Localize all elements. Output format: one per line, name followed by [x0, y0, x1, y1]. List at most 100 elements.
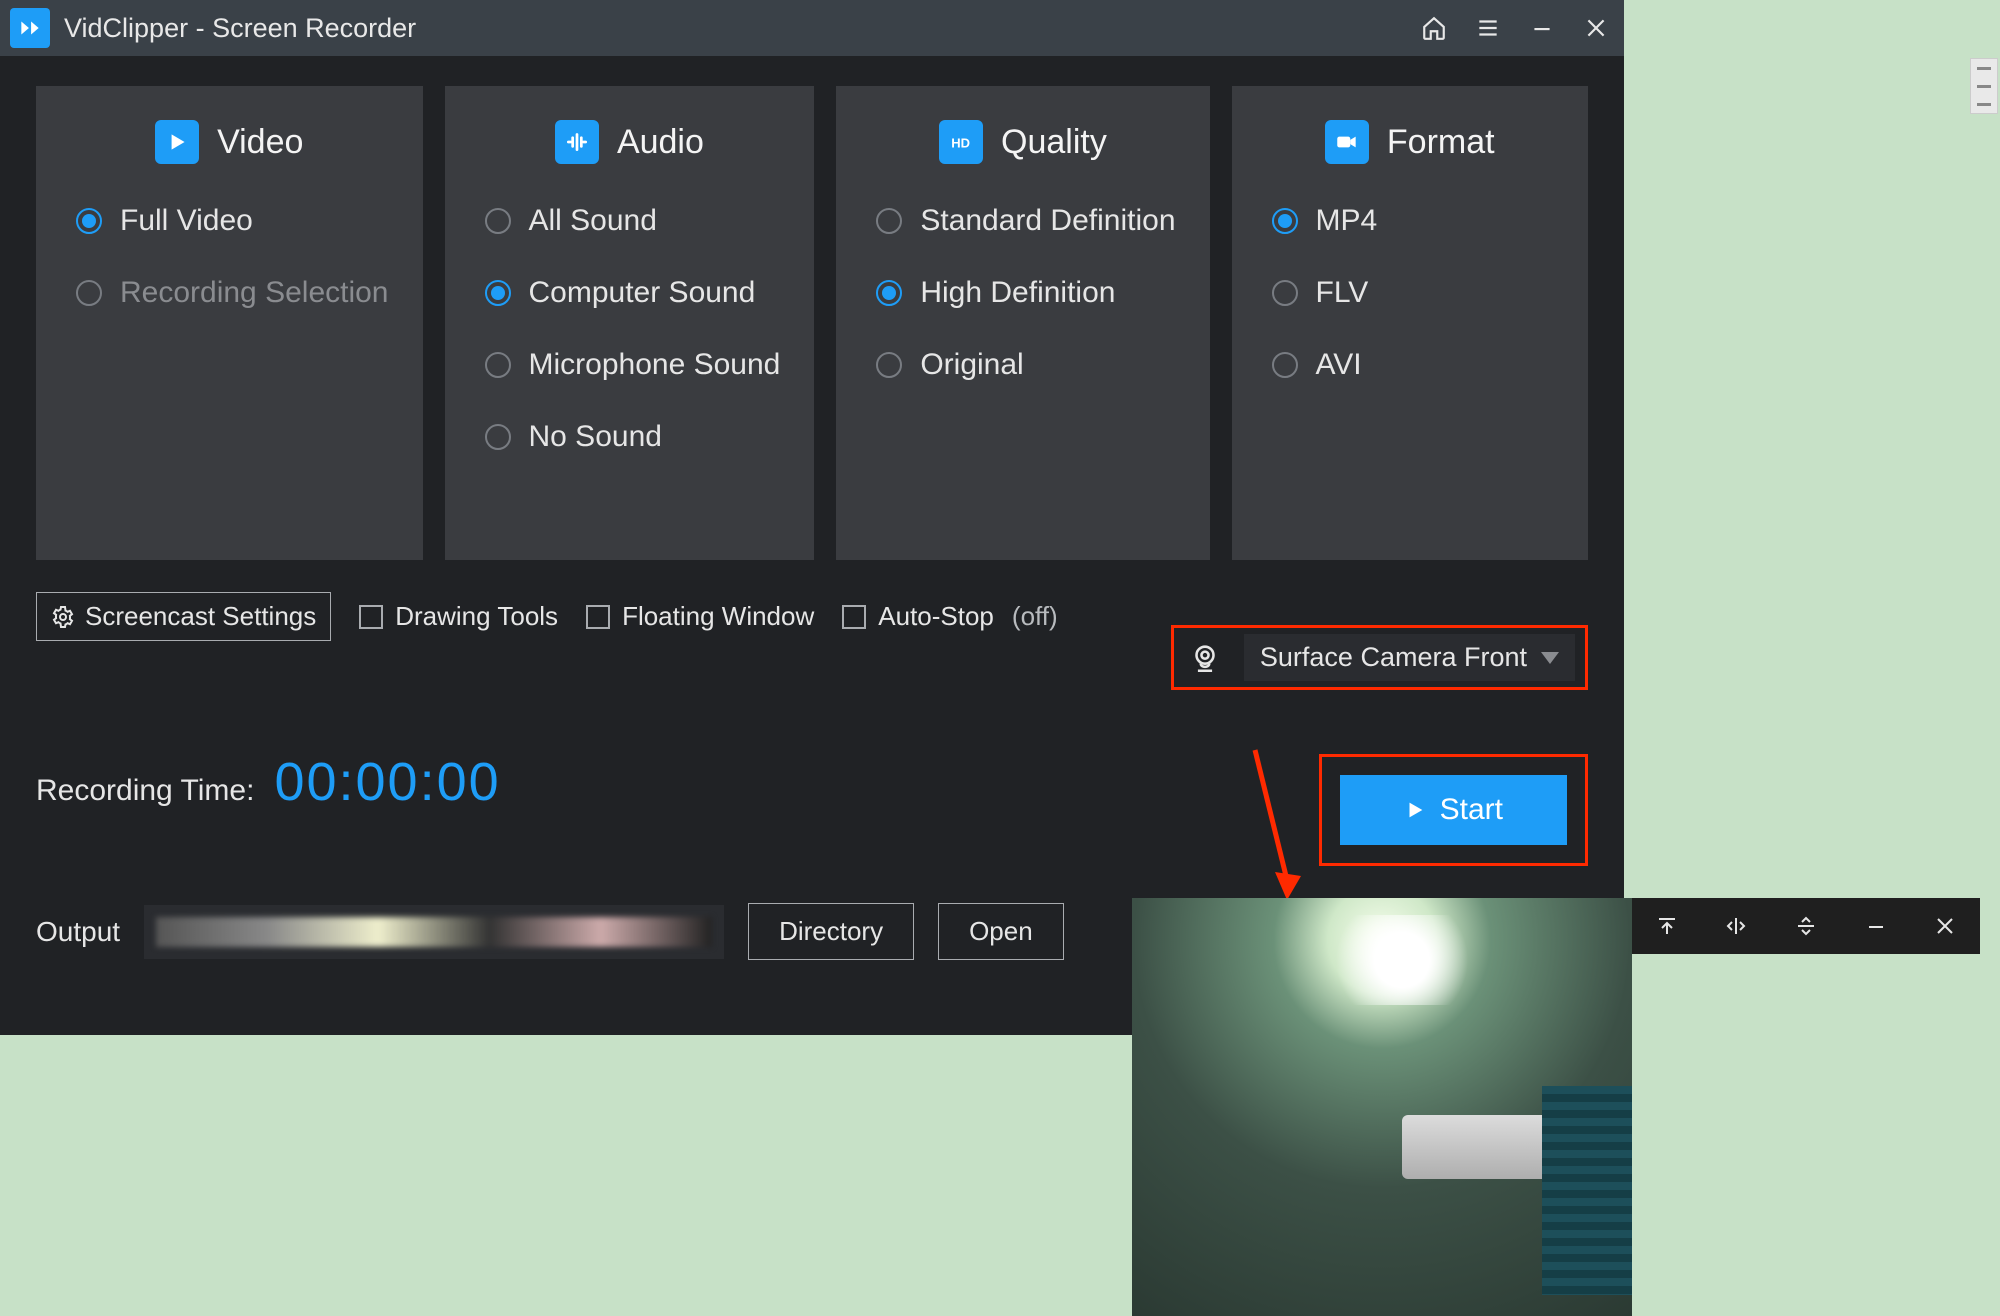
option-mp4[interactable]: MP4: [1272, 204, 1554, 238]
directory-button[interactable]: Directory: [748, 903, 914, 960]
minimize-button[interactable]: [1524, 10, 1560, 46]
preview-minimize-button[interactable]: [1856, 906, 1896, 946]
radio-icon: [485, 352, 511, 378]
option-label: Computer Sound: [529, 276, 756, 310]
app-logo-icon: [10, 8, 50, 48]
option-all-sound[interactable]: All Sound: [485, 204, 781, 238]
radio-icon: [485, 424, 511, 450]
checkbox-icon: [359, 605, 383, 629]
radio-icon: [76, 208, 102, 234]
chevron-down-icon: [1541, 652, 1559, 664]
preview-curtain: [1542, 1086, 1632, 1295]
auto-stop-checkbox[interactable]: Auto-Stop (off): [842, 601, 1057, 632]
option-label: AVI: [1316, 348, 1362, 382]
radio-icon: [485, 208, 511, 234]
play-icon: [1404, 799, 1426, 821]
drawing-tools-checkbox[interactable]: Drawing Tools: [359, 601, 558, 632]
preview-split-button[interactable]: [1786, 906, 1826, 946]
close-button[interactable]: [1578, 10, 1614, 46]
camera-preview[interactable]: [1132, 898, 1632, 1316]
background-page-scroll-indicator: [1970, 58, 1998, 114]
play-icon: [155, 120, 199, 164]
radio-icon: [76, 280, 102, 306]
gear-icon: [51, 605, 75, 629]
camera-dropdown-label: Surface Camera Front: [1260, 642, 1527, 673]
floating-window-label: Floating Window: [622, 601, 814, 632]
option-label: All Sound: [529, 204, 657, 238]
app-body: Video Full Video Recording Selection: [0, 56, 1624, 960]
svg-text:HD: HD: [951, 135, 970, 150]
radio-icon: [876, 352, 902, 378]
panel-audio-title: Audio: [617, 123, 704, 162]
panel-video-title: Video: [217, 123, 303, 162]
drawing-tools-label: Drawing Tools: [395, 601, 558, 632]
option-label: No Sound: [529, 420, 662, 454]
option-computer-sound[interactable]: Computer Sound: [485, 276, 781, 310]
camera-selector-highlight: Surface Camera Front: [1171, 625, 1588, 690]
panel-format: Format MP4 FLV AVI: [1232, 86, 1588, 560]
radio-icon: [1272, 352, 1298, 378]
radio-icon: [1272, 208, 1298, 234]
option-label: MP4: [1316, 204, 1378, 238]
start-button-label: Start: [1440, 793, 1503, 827]
screencast-settings-label: Screencast Settings: [85, 601, 316, 632]
panel-quality-title: Quality: [1001, 123, 1107, 162]
option-microphone-sound[interactable]: Microphone Sound: [485, 348, 781, 382]
radio-icon: [485, 280, 511, 306]
recording-time-label: Recording Time:: [36, 774, 254, 808]
menu-button[interactable]: [1470, 10, 1506, 46]
start-button[interactable]: Start: [1340, 775, 1567, 845]
titlebar-controls: [1416, 10, 1614, 46]
radio-icon: [876, 208, 902, 234]
checkbox-icon: [586, 605, 610, 629]
output-path-field[interactable]: [144, 905, 724, 959]
screencast-settings-button[interactable]: Screencast Settings: [36, 592, 331, 641]
camera-icon: [1325, 120, 1369, 164]
titlebar: VidClipper - Screen Recorder: [0, 0, 1624, 56]
floating-window-checkbox[interactable]: Floating Window: [586, 601, 814, 632]
preview-close-button[interactable]: [1925, 906, 1965, 946]
option-original[interactable]: Original: [876, 348, 1175, 382]
option-label: FLV: [1316, 276, 1369, 310]
start-button-highlight: Start: [1319, 754, 1588, 866]
option-high-definition[interactable]: High Definition: [876, 276, 1175, 310]
option-avi[interactable]: AVI: [1272, 348, 1554, 382]
option-label: Recording Selection: [120, 276, 389, 310]
option-flv[interactable]: FLV: [1272, 276, 1554, 310]
preview-flip-horizontal-button[interactable]: [1716, 906, 1756, 946]
option-label: Full Video: [120, 204, 253, 238]
app-window: VidClipper - Screen Recorder: [0, 0, 1624, 1035]
hd-icon: HD: [939, 120, 983, 164]
option-label: High Definition: [920, 276, 1115, 310]
panel-video: Video Full Video Recording Selection: [36, 86, 423, 560]
panel-quality: HD Quality Standard Definition High Defi…: [836, 86, 1209, 560]
camera-preview-toolbar: [1632, 898, 1980, 954]
checkbox-icon: [842, 605, 866, 629]
output-path-obscured: [156, 917, 712, 947]
auto-stop-label: Auto-Stop: [878, 601, 994, 632]
option-panels: Video Full Video Recording Selection: [36, 86, 1588, 560]
webcam-icon: [1188, 641, 1222, 675]
option-recording-selection[interactable]: Recording Selection: [76, 276, 389, 310]
annotation-arrow-icon: [1245, 740, 1305, 900]
preview-light: [1322, 915, 1482, 1005]
option-label: Microphone Sound: [529, 348, 781, 382]
option-label: Original: [920, 348, 1023, 382]
option-standard-definition[interactable]: Standard Definition: [876, 204, 1175, 238]
app-title: VidClipper - Screen Recorder: [64, 13, 416, 44]
output-label: Output: [36, 916, 120, 948]
preview-collapse-up-button[interactable]: [1647, 906, 1687, 946]
camera-dropdown[interactable]: Surface Camera Front: [1244, 634, 1575, 681]
radio-icon: [876, 280, 902, 306]
home-button[interactable]: [1416, 10, 1452, 46]
option-full-video[interactable]: Full Video: [76, 204, 389, 238]
panel-audio: Audio All Sound Computer Sound Microphon…: [445, 86, 815, 560]
option-label: Standard Definition: [920, 204, 1175, 238]
auto-stop-state: (off): [1012, 601, 1058, 632]
panel-format-title: Format: [1387, 123, 1495, 162]
waveform-icon: [555, 120, 599, 164]
option-no-sound[interactable]: No Sound: [485, 420, 781, 454]
radio-icon: [1272, 280, 1298, 306]
open-button[interactable]: Open: [938, 903, 1064, 960]
recording-time-value: 00:00:00: [274, 751, 500, 813]
